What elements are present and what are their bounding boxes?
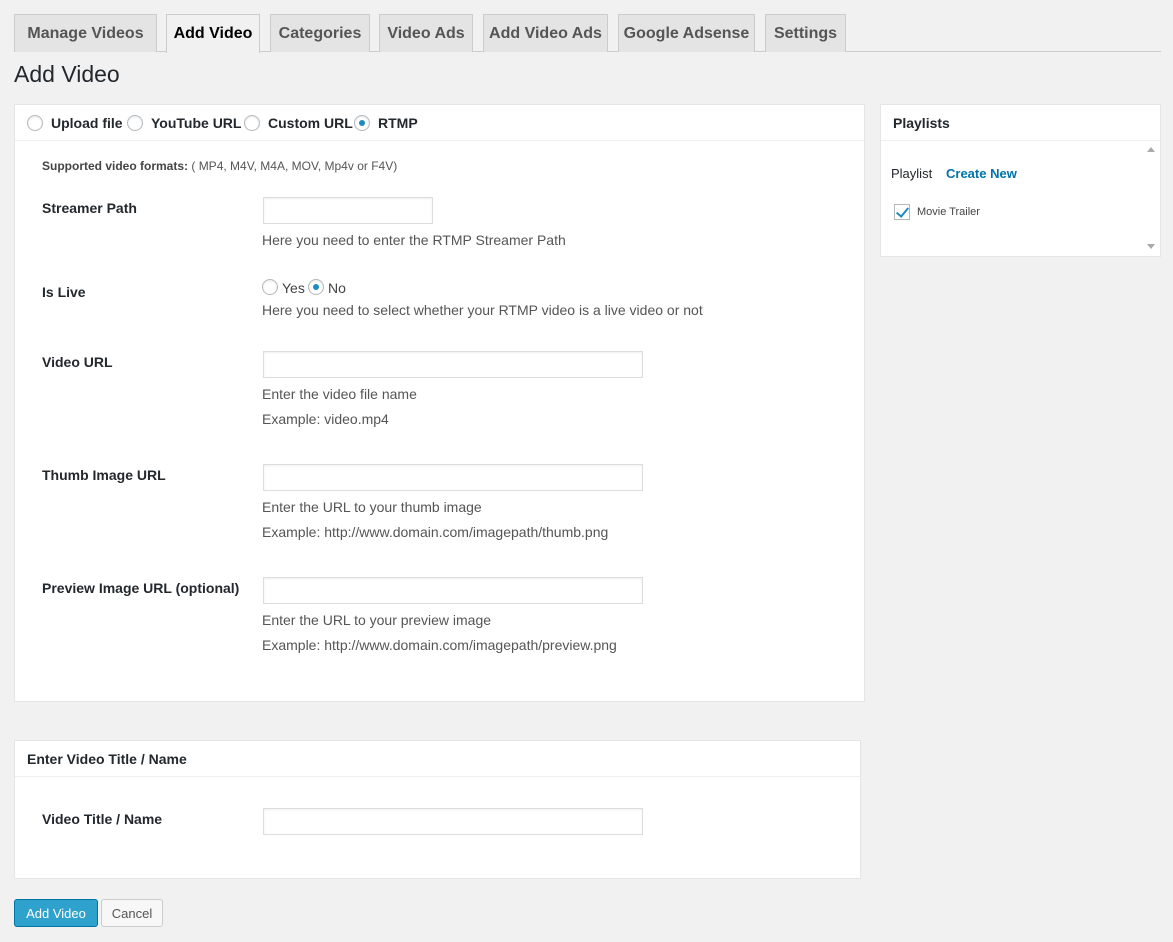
video-url-label: Video URL [42,354,113,370]
playlist-movie-trailer-label[interactable]: Movie Trailer [917,206,980,218]
video-title-box-heading: Enter Video Title / Name [27,751,187,767]
rtmp-label[interactable]: RTMP [378,115,418,131]
playlists-heading: Playlists [893,115,950,131]
is-live-yes-radio[interactable] [262,279,278,295]
scroll-up-icon[interactable] [1147,147,1155,152]
video-title-box: Enter Video Title / Name Video Title / N… [14,740,861,879]
upload-file-radio[interactable] [27,115,43,131]
is-live-label: Is Live [42,284,86,300]
preview-image-url-label: Preview Image URL (optional) [42,580,240,596]
youtube-url-label[interactable]: YouTube URL [151,115,241,131]
is-live-no-label[interactable]: No [328,280,346,296]
tab-categories[interactable]: Categories [270,14,370,52]
playlist-movie-trailer-checkbox[interactable] [894,204,910,220]
upload-file-label[interactable]: Upload file [51,115,123,131]
scroll-down-icon[interactable] [1147,244,1155,249]
preview-image-url-example: Example: http://www.domain.com/imagepath… [262,637,617,653]
thumb-image-url-label: Thumb Image URL [42,467,166,483]
tab-google-adsense[interactable]: Google Adsense [618,14,755,52]
add-video-button[interactable]: Add Video [14,899,98,927]
video-source-selector: Upload file YouTube URL Custom URL RTMP [15,105,864,141]
custom-url-radio[interactable] [244,115,260,131]
tab-video-ads[interactable]: Video Ads [379,14,473,52]
playlists-box: Playlists Playlist Create New Movie Trai… [880,104,1161,257]
supported-formats-label: Supported video formats: [42,159,189,173]
video-source-box: Upload file YouTube URL Custom URL RTMP … [14,104,865,702]
nav-tabs: Manage Videos Add Video Categories Video… [14,14,1161,53]
thumb-image-url-input[interactable] [263,464,643,491]
rtmp-radio[interactable] [354,115,370,131]
preview-image-url-desc: Enter the URL to your preview image [262,612,492,628]
tab-add-video-ads[interactable]: Add Video Ads [483,14,608,52]
video-title-label: Video Title / Name [42,811,163,827]
video-url-example: Example: video.mp4 [262,411,389,427]
streamer-path-desc: Here you need to enter the RTMP Streamer… [262,232,566,248]
supported-formats: Supported video formats: ( MP4, M4V, M4A… [42,159,397,173]
youtube-url-radio[interactable] [127,115,143,131]
custom-url-label[interactable]: Custom URL [268,115,353,131]
is-live-yes-label[interactable]: Yes [282,280,305,296]
video-url-desc: Enter the video file name [262,386,417,402]
page-title: Add Video [14,61,120,87]
tab-add-video[interactable]: Add Video [166,14,260,53]
streamer-path-label: Streamer Path [42,200,137,216]
streamer-path-input[interactable] [263,197,433,224]
tab-settings[interactable]: Settings [765,14,846,52]
thumb-image-url-desc: Enter the URL to your thumb image [262,499,482,515]
video-url-input[interactable] [263,351,643,378]
cancel-button[interactable]: Cancel [101,899,163,927]
tab-manage-videos[interactable]: Manage Videos [14,14,157,52]
is-live-desc: Here you need to select whether your RTM… [262,302,703,318]
thumb-image-url-example: Example: http://www.domain.com/imagepath… [262,524,609,540]
playlists-header: Playlists [881,105,1160,141]
is-live-no-radio[interactable] [308,279,324,295]
preview-image-url-input[interactable] [263,577,643,604]
video-title-input[interactable] [263,808,643,835]
supported-formats-list: ( MP4, M4V, M4A, MOV, Mp4v or F4V) [191,159,398,173]
create-new-playlist-link[interactable]: Create New [946,166,1017,181]
video-title-box-header: Enter Video Title / Name [15,741,860,777]
playlist-label: Playlist [891,166,933,181]
